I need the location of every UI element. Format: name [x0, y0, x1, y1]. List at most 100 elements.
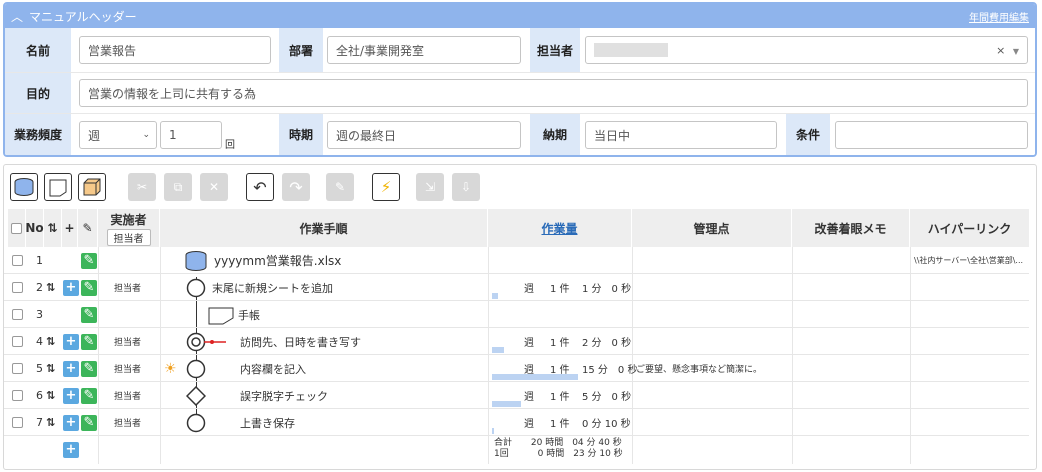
add-row-icon[interactable]: + [63, 279, 79, 296]
sort-icon[interactable]: ⇅ [46, 274, 55, 301]
volume-bar [492, 374, 578, 380]
row-checkbox[interactable] [12, 282, 23, 293]
row-checkbox[interactable] [12, 417, 23, 428]
copy-button[interactable]: ⧉ [164, 173, 192, 201]
performer-cell: 担当者 [114, 365, 142, 375]
sort-icon[interactable]: ⇅ [46, 409, 55, 436]
link-header: ハイパーリンク [910, 209, 1030, 247]
hyperlink-cell[interactable]: \\社内サーバー\全社\営業部\... [914, 247, 1026, 274]
row-no: 3 [36, 308, 43, 321]
select-all-checkbox[interactable] [11, 222, 22, 234]
table-row[interactable]: 3 ✎ 手帳 [4, 301, 1029, 328]
total-value: 20 時間 04 分 40 秒 [530, 438, 622, 448]
volume-header[interactable]: 作業量 [488, 209, 632, 247]
totals-row: + 合計 20 時間 04 分 40 秒 1回 0 時間 23 分 10 秒 [4, 436, 1029, 463]
clear-icon[interactable]: × [996, 44, 1005, 57]
row-checkbox[interactable] [12, 309, 23, 320]
add-row-icon[interactable]: + [63, 414, 79, 431]
row-no: 4 [36, 335, 43, 348]
edit-row-icon[interactable]: ✎ [81, 306, 97, 323]
add-row-icon[interactable]: + [63, 387, 79, 404]
deadline-field[interactable]: 当日中 [585, 121, 777, 149]
performer-cell: 担当者 [114, 419, 142, 429]
purpose-field[interactable]: 営業の情報を上司に共有する為 [79, 79, 1028, 107]
add-box-button[interactable] [78, 173, 106, 201]
volume-bar [492, 293, 498, 299]
edit-row-icon[interactable]: ✎ [81, 252, 97, 269]
sort-icon[interactable]: ⇅ [44, 209, 62, 247]
frequency-count-input[interactable]: 1 [160, 121, 222, 149]
table-row[interactable]: 4 ⇅ + ✎ 担当者 訪問先、日時を書き写す 週 1 件 2 分 0 秒 [4, 328, 1029, 355]
add-row-icon[interactable]: + [63, 333, 79, 350]
row-checkbox[interactable] [12, 363, 23, 374]
performer-header: 実施者 担当者 [98, 209, 160, 247]
chevron-up-icon[interactable]: ︿ [11, 8, 23, 25]
row-checkbox[interactable] [12, 255, 23, 266]
name-field[interactable]: 営業報告 [79, 36, 271, 64]
process-circle-icon [186, 359, 206, 378]
frequency-select[interactable]: 週 ⌄ [79, 121, 157, 149]
period-field[interactable]: 週の最終日 [327, 121, 521, 149]
chevron-down-icon[interactable]: ▼ [1013, 47, 1019, 56]
frequency-cell: 週 [524, 392, 534, 403]
condition-field[interactable] [835, 121, 1028, 149]
sort-icon[interactable]: ⇅ [46, 328, 55, 355]
lightning-icon: ⚡ [380, 178, 392, 196]
frequency-cell: 週 [524, 338, 534, 349]
add-document-button[interactable] [44, 173, 72, 201]
performer-filter[interactable]: 担当者 [106, 228, 151, 246]
manual-header-panel: ︿ マニュアルヘッダー 年間費用編集 名前 営業報告 部署 全社/事業開発室 担… [3, 2, 1037, 157]
edit-row-icon[interactable]: ✎ [81, 360, 97, 377]
process-circle-icon [186, 413, 206, 432]
dept-field[interactable]: 全社/事業開発室 [327, 36, 521, 64]
step-label: 末尾に新規シートを追加 [212, 281, 333, 295]
frequency-cell: 週 [524, 284, 534, 295]
add-row-icon[interactable]: + [63, 360, 79, 377]
header-bar[interactable]: ︿ マニュアルヘッダー 年間費用編集 [5, 4, 1035, 28]
period-label: 時期 [279, 114, 323, 155]
frequency-cell: 週 [524, 419, 534, 430]
time-cell: 15 分 0 秒 [582, 365, 638, 376]
table-row[interactable]: 5 ⇅ + ✎ 担当者 ☀ 内容欄を記入 週 1 件 15 分 0 秒 ご要望、… [4, 355, 1029, 382]
no-header: No [25, 209, 44, 247]
frequency-select-value: 週 [88, 128, 101, 143]
edit-button[interactable]: ✎ [326, 173, 354, 201]
edit-row-icon[interactable]: ✎ [81, 387, 97, 404]
row-checkbox[interactable] [12, 390, 23, 401]
redo-button[interactable]: ↷ [282, 173, 310, 201]
export-button[interactable]: ⇲ [416, 173, 444, 201]
table-row[interactable]: 2 ⇅ + ✎ 担当者 末尾に新規シートを追加 週 1 件 1 分 0 秒 [4, 274, 1029, 301]
name-label: 名前 [5, 28, 71, 72]
step-label: 手帳 [238, 308, 260, 322]
plus-icon[interactable]: + [62, 209, 78, 247]
count-cell: 1 件 [550, 338, 570, 349]
cut-button[interactable]: ✂ [128, 173, 156, 201]
add-row-icon[interactable]: + [63, 441, 79, 458]
select-all-header[interactable] [8, 209, 26, 247]
table-row[interactable]: 7 ⇅ + ✎ 担当者 上書き保存 週 1 件 0 分 10 秒 [4, 409, 1029, 436]
import-button[interactable]: ⇩ [452, 173, 480, 201]
pencil-icon[interactable]: ✎ [78, 209, 98, 247]
sort-icon[interactable]: ⇅ [46, 355, 55, 382]
table-row[interactable]: 6 ⇅ + ✎ 担当者 誤字脱字チェック 週 1 件 5 分 0 秒 [4, 382, 1029, 409]
totals-block: 合計 20 時間 04 分 40 秒 1回 0 時間 23 分 10 秒 [494, 438, 623, 460]
frequency-label: 業務頻度 [5, 114, 71, 155]
edit-row-icon[interactable]: ✎ [81, 333, 97, 350]
undo-button[interactable]: ↶ [246, 173, 274, 201]
delete-button[interactable]: ✕ [200, 173, 228, 201]
row-no: 6 [36, 389, 43, 402]
edit-row-icon[interactable]: ✎ [81, 279, 97, 296]
sort-icon[interactable]: ⇅ [46, 382, 55, 409]
step-label: 訪問先、日時を書き写す [240, 335, 361, 349]
add-data-button[interactable] [10, 173, 38, 201]
count-cell: 1 件 [550, 284, 570, 295]
flash-button[interactable]: ⚡ [372, 173, 400, 201]
annual-cost-link[interactable]: 年間費用編集 [969, 9, 1029, 24]
header-title: マニュアルヘッダー [29, 9, 137, 24]
edit-row-icon[interactable]: ✎ [81, 414, 97, 431]
row-checkbox[interactable] [12, 336, 23, 347]
table-row[interactable]: 1 ✎ yyyymm営業報告.xlsx \\社内サーバー\全社\営業部\... [4, 247, 1029, 274]
volume-bar [492, 347, 504, 353]
owner-select[interactable]: × ▼ [585, 36, 1028, 64]
count-cell: 1 件 [550, 419, 570, 430]
